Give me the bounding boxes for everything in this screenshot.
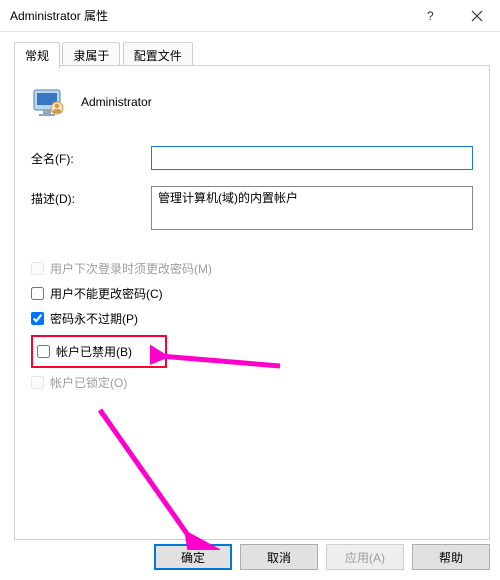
user-display-name: Administrator [81,95,152,109]
dialog-buttons: 确定 取消 应用(A) 帮助 [14,544,490,570]
check-must-change: 用户下次登录时须更改密码(M) [31,260,473,277]
cancel-button[interactable]: 取消 [240,544,318,570]
ok-button[interactable]: 确定 [154,544,232,570]
dialog-help-button[interactable]: 帮助 [412,544,490,570]
check-account-disabled[interactable]: 帐户已禁用(B) [37,343,132,360]
label-locked: 帐户已锁定(O) [50,374,127,391]
window-title: Administrator 属性 [10,7,408,24]
checkbox-account-disabled[interactable] [37,345,50,358]
tabs: 常规 隶属于 配置文件 [14,42,490,66]
tab-profile[interactable]: 配置文件 [123,42,193,68]
svg-text:?: ? [427,10,434,22]
check-never-expires[interactable]: 密码永不过期(P) [31,310,473,327]
check-locked: 帐户已锁定(O) [31,374,473,391]
titlebar: Administrator 属性 ? [0,0,500,32]
fullname-input[interactable] [151,146,473,170]
help-button[interactable]: ? [408,0,454,32]
tab-memberof[interactable]: 隶属于 [62,42,120,68]
close-icon [471,10,483,22]
user-header: Administrator [31,84,473,120]
check-cannot-change[interactable]: 用户不能更改密码(C) [31,285,473,302]
close-button[interactable] [454,0,500,32]
user-icon [31,84,67,120]
apply-button[interactable]: 应用(A) [326,544,404,570]
label-cannot-change: 用户不能更改密码(C) [50,285,163,302]
help-icon: ? [425,10,437,22]
checkbox-never-expires[interactable] [31,312,44,325]
checkbox-cannot-change[interactable] [31,287,44,300]
checkbox-must-change [31,262,44,275]
checkbox-locked [31,376,44,389]
label-account-disabled: 帐户已禁用(B) [56,343,132,360]
label-description: 描述(D): [31,186,151,207]
label-never-expires: 密码永不过期(P) [50,310,138,327]
tab-general[interactable]: 常规 [14,42,60,68]
description-input[interactable] [151,186,473,230]
row-description: 描述(D): [31,186,473,230]
label-fullname: 全名(F): [31,146,151,167]
highlight-account-disabled: 帐户已禁用(B) [31,335,167,368]
label-must-change: 用户下次登录时须更改密码(M) [50,260,212,277]
row-fullname: 全名(F): [31,146,473,170]
tab-panel-general: Administrator 全名(F): 描述(D): 用户下次登录时须更改密码… [14,66,490,540]
